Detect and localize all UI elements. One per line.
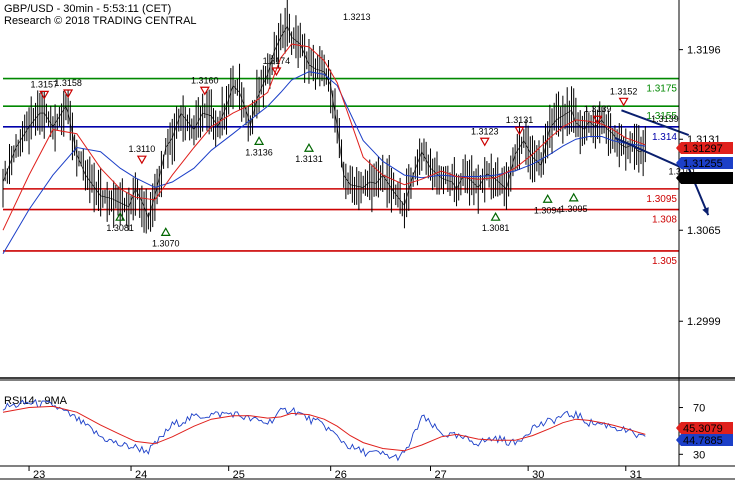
swing-high-label: 1.3174	[263, 56, 291, 66]
swing-low-label: 1.3094	[534, 205, 562, 215]
price-tick-label: 1.2999	[687, 316, 721, 328]
swing-high-label: 1.3131	[506, 115, 534, 125]
date-tick-label: 26	[335, 469, 347, 480]
date-tick-label: 30	[532, 469, 544, 480]
date-tick-label: 23	[33, 469, 45, 480]
swing-high-label: 1.3139	[584, 104, 612, 114]
price-annotation: 1.3139	[651, 114, 679, 124]
swing-low-label: 1.3081	[482, 223, 510, 233]
date-tick-label: 31	[630, 469, 642, 480]
level-label-1.3175: 1.3175	[646, 84, 677, 95]
chart-subtitle: Research © 2018 TRADING CENTRAL	[4, 15, 197, 27]
chart-background	[0, 0, 735, 480]
level-label-1.305: 1.305	[652, 256, 677, 267]
date-tick-label: 25	[233, 469, 245, 480]
date-tick-label: 27	[434, 469, 446, 480]
swing-high-label: 1.3110	[128, 144, 155, 154]
rsi-tag-text: 45.3079	[683, 423, 723, 435]
rsi-tick-label: 70	[693, 403, 705, 415]
level-label-1.308: 1.308	[652, 215, 677, 226]
swing-low-label: 1.3136	[245, 147, 273, 157]
level-label-1.314: 1.314	[652, 132, 677, 143]
chart-title: GBP/USD - 30min - 5:53:11 (CET)	[4, 3, 171, 15]
rsi-tick-label: 30	[693, 449, 705, 461]
rsi-tag-text: 44.7885	[683, 435, 723, 447]
swing-low-label: 1.3070	[152, 238, 180, 248]
swing-low-label: 1.3095	[560, 204, 588, 214]
price-tag-text: 1.3123	[683, 173, 717, 185]
price-tag-text: 1.31255	[683, 158, 723, 170]
swing-high-label: 1.3158	[54, 78, 82, 88]
date-tick-label: 24	[135, 469, 147, 480]
price-tick-label: 1.3196	[687, 45, 721, 57]
price-tick-label: 1.3065	[687, 225, 721, 237]
gbpusd-chart: GBP/USD - 30min - 5:53:11 (CET) Research…	[0, 0, 735, 480]
swing-high-label: 1.3152	[610, 86, 638, 96]
swing-high-label: 1.3160	[191, 75, 219, 85]
price-annotation: 1.3213	[343, 12, 371, 22]
swing-low-label: 1.3131	[295, 154, 323, 164]
swing-high-label: 1.3123	[471, 126, 499, 136]
swing-low-label: 1.3081	[106, 223, 134, 233]
level-label-1.3095: 1.3095	[646, 194, 677, 205]
price-tag-text: 1.31297	[683, 143, 723, 155]
